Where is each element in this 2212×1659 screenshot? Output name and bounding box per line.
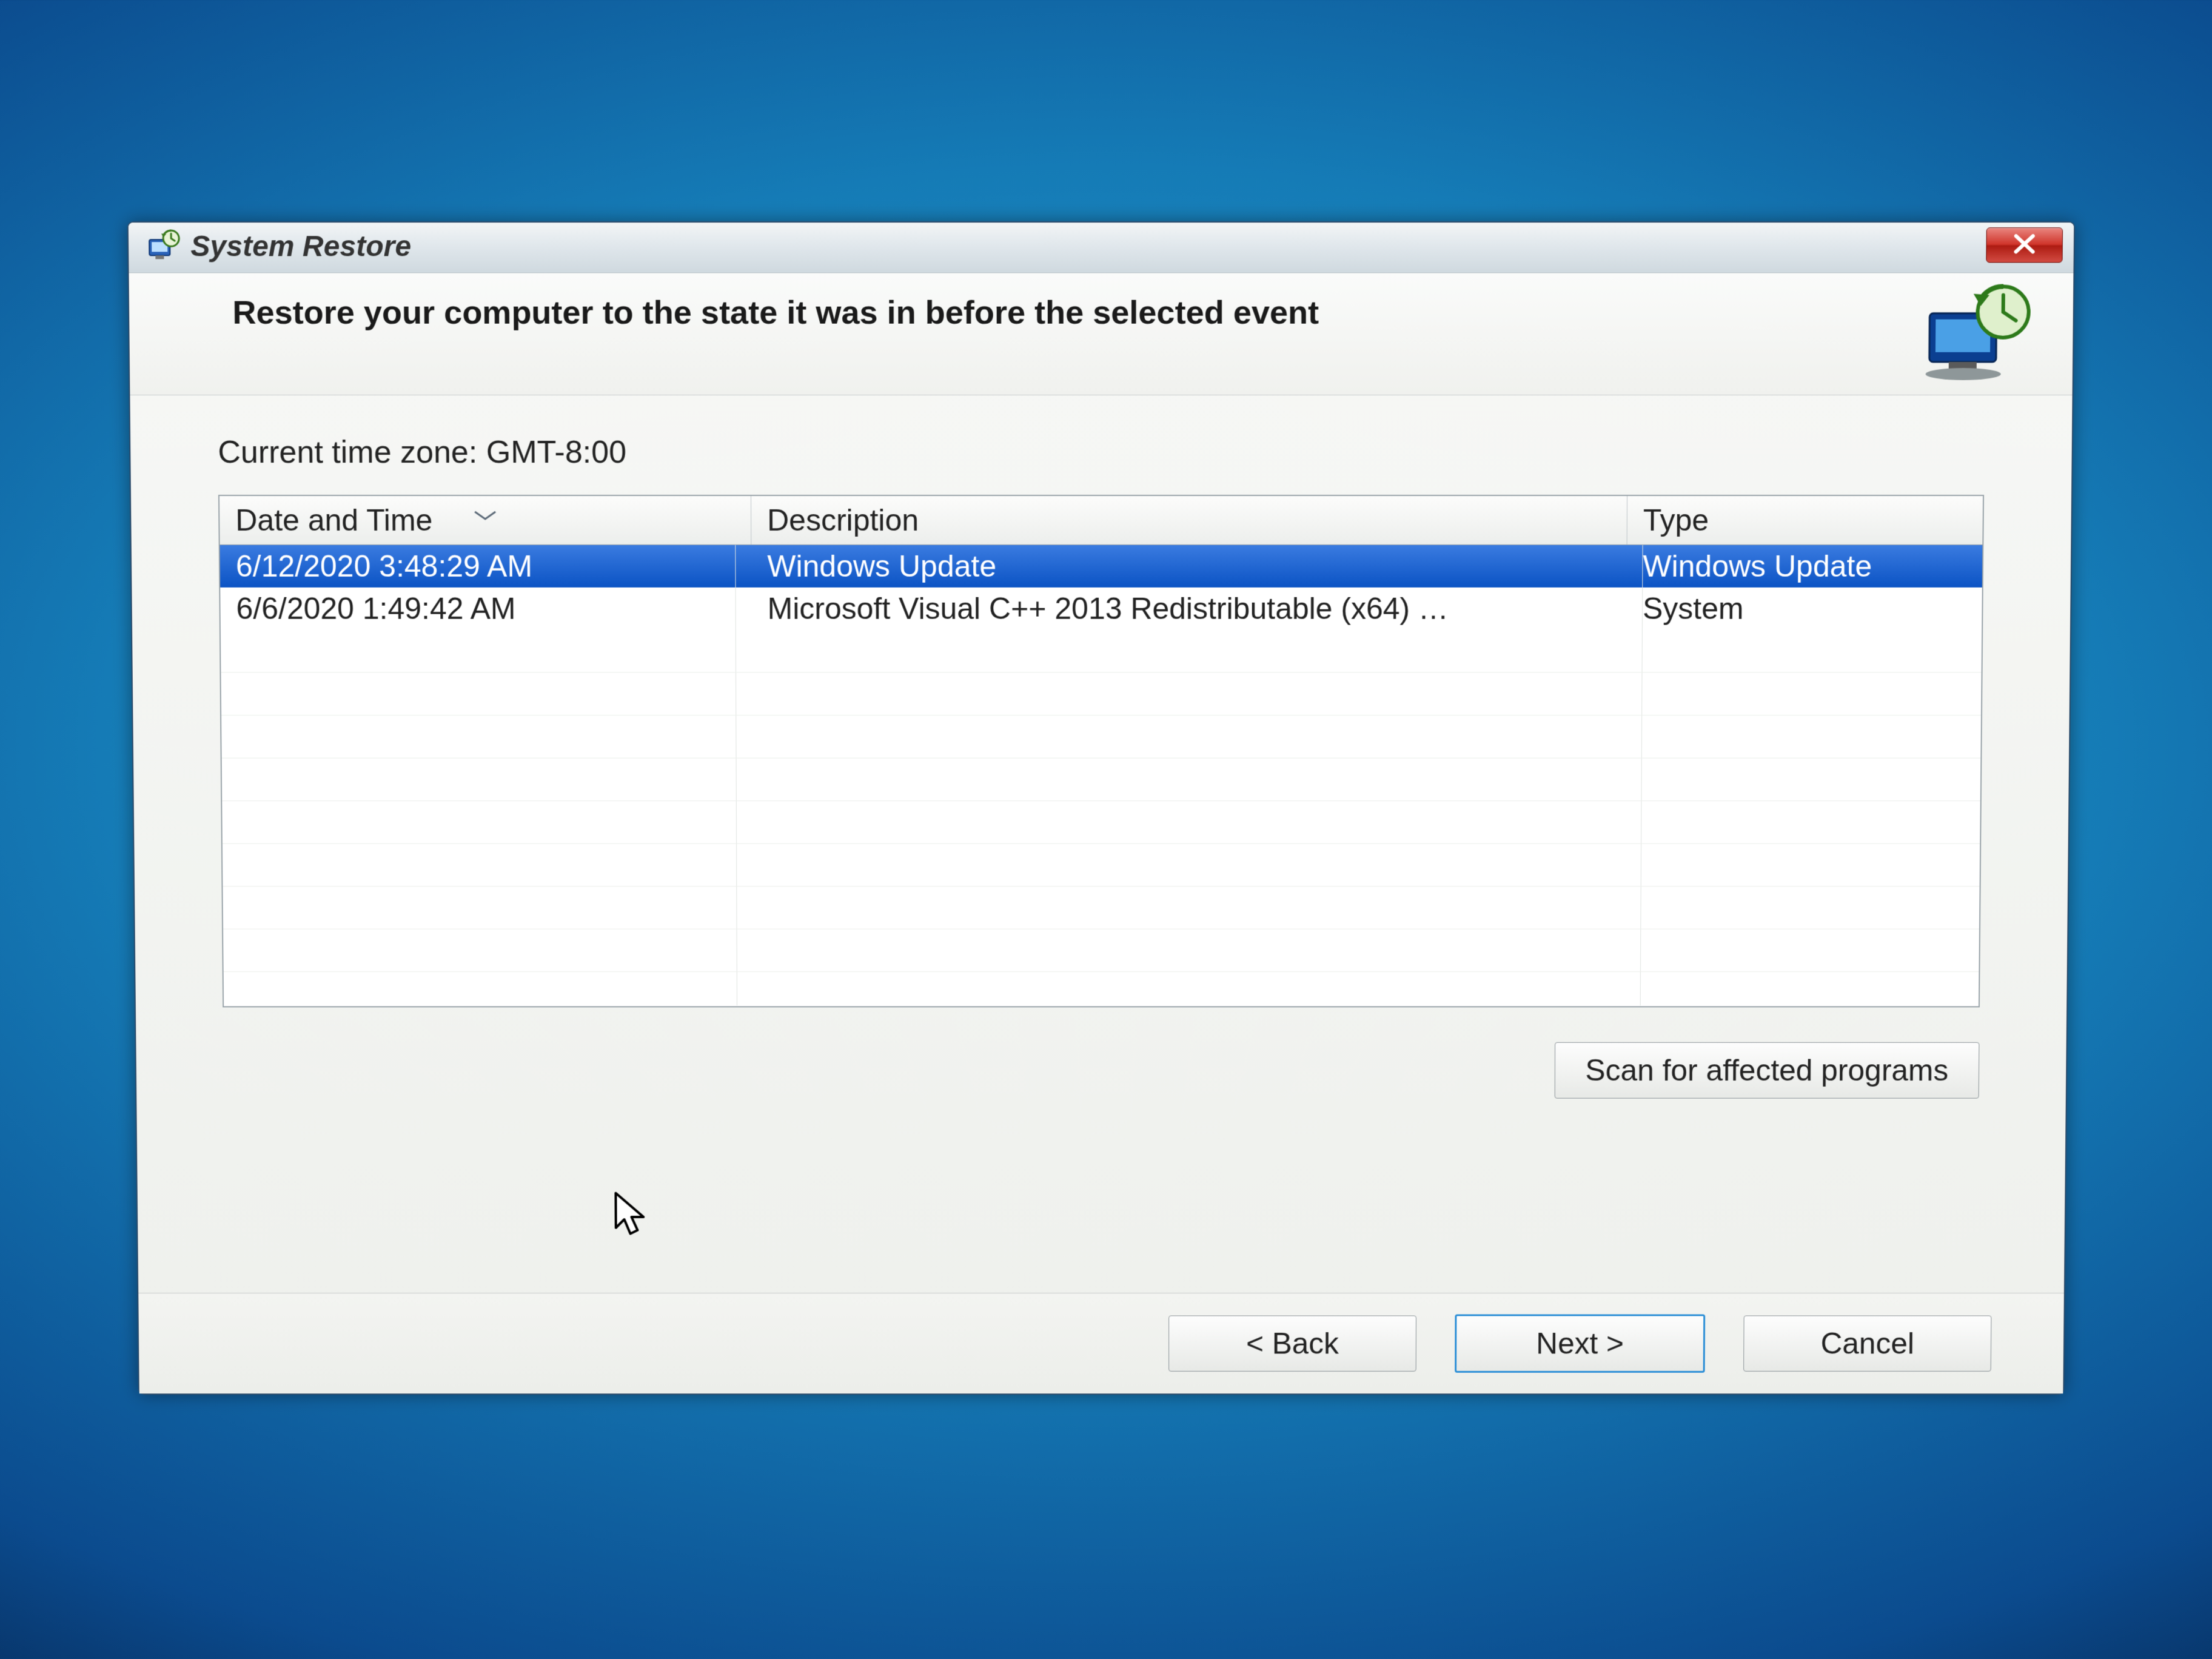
- scan-button-label: Scan for affected programs: [1585, 1053, 1948, 1088]
- system-restore-window: System Restore Restore your computer to …: [127, 221, 2075, 1395]
- scan-affected-programs-button[interactable]: Scan for affected programs: [1555, 1042, 1980, 1099]
- window-title: System Restore: [190, 230, 411, 263]
- sort-descending-icon: [471, 494, 499, 529]
- restore-point-date: 6/12/2020 3:48:29 AM: [220, 545, 751, 588]
- timezone-label: Current time zone: GMT-8:00: [218, 434, 1985, 471]
- next-button-label: Next >: [1536, 1326, 1624, 1361]
- list-body: 6/12/2020 3:48:29 AM Windows Update Wind…: [220, 545, 1983, 1005]
- back-button-label: < Back: [1246, 1326, 1339, 1361]
- system-restore-wizard-icon: [1920, 284, 2037, 381]
- grid-lines-decoration: [221, 630, 1982, 1006]
- column-header-date-label: Date and Time: [235, 503, 433, 538]
- wizard-body: Current time zone: GMT-8:00 Date and Tim…: [130, 395, 2072, 1113]
- back-button[interactable]: < Back: [1168, 1316, 1416, 1372]
- restore-point-description: Windows Update: [751, 545, 1627, 588]
- restore-point-type: System: [1627, 588, 1982, 630]
- restore-point-row[interactable]: 6/6/2020 1:49:42 AM Microsoft Visual C++…: [220, 588, 1982, 630]
- close-button[interactable]: [1986, 227, 2063, 263]
- column-header-type[interactable]: Type: [1627, 496, 1983, 545]
- cancel-button[interactable]: Cancel: [1743, 1316, 1991, 1372]
- column-header-description[interactable]: Description: [751, 496, 1627, 545]
- cancel-button-label: Cancel: [1820, 1326, 1914, 1361]
- restore-point-date: 6/6/2020 1:49:42 AM: [220, 588, 751, 630]
- column-header-type-label: Type: [1643, 503, 1709, 538]
- next-button[interactable]: Next >: [1455, 1315, 1705, 1373]
- page-heading: Restore your computer to the state it wa…: [232, 294, 1319, 332]
- restore-point-type: Windows Update: [1627, 545, 1982, 588]
- column-header-description-label: Description: [767, 503, 919, 538]
- system-restore-icon: [147, 229, 181, 263]
- column-header-date[interactable]: Date and Time: [220, 496, 751, 545]
- restore-point-row[interactable]: 6/12/2020 3:48:29 AM Windows Update Wind…: [220, 545, 1983, 588]
- wizard-header: Restore your computer to the state it wa…: [129, 273, 2074, 395]
- mouse-cursor-icon: [611, 1191, 653, 1239]
- titlebar[interactable]: System Restore: [129, 223, 2074, 273]
- restore-points-list[interactable]: Date and Time Description Type 6/12/2020…: [218, 495, 1984, 1007]
- wizard-footer: < Back Next > Cancel: [138, 1293, 2064, 1393]
- restore-point-description: Microsoft Visual C++ 2013 Redistributabl…: [751, 588, 1627, 630]
- list-header: Date and Time Description Type: [220, 496, 1983, 545]
